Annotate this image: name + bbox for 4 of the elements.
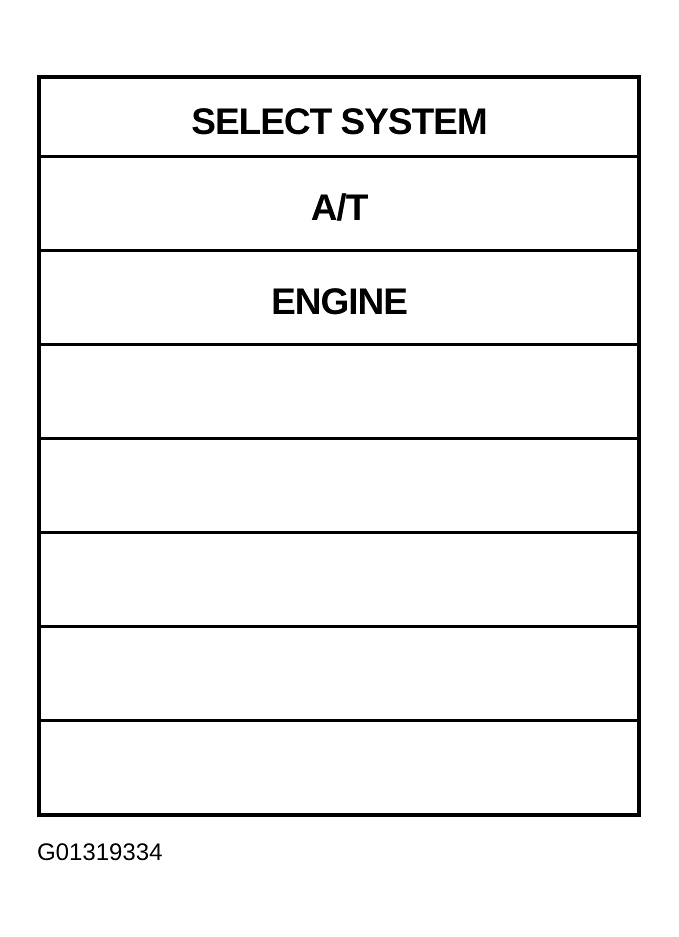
- screen-title: SELECT SYSTEM: [191, 102, 487, 142]
- menu-item[interactable]: ENGINE: [41, 249, 637, 343]
- figure-id: G01319334: [37, 839, 162, 867]
- menu-item[interactable]: A/T: [41, 155, 637, 249]
